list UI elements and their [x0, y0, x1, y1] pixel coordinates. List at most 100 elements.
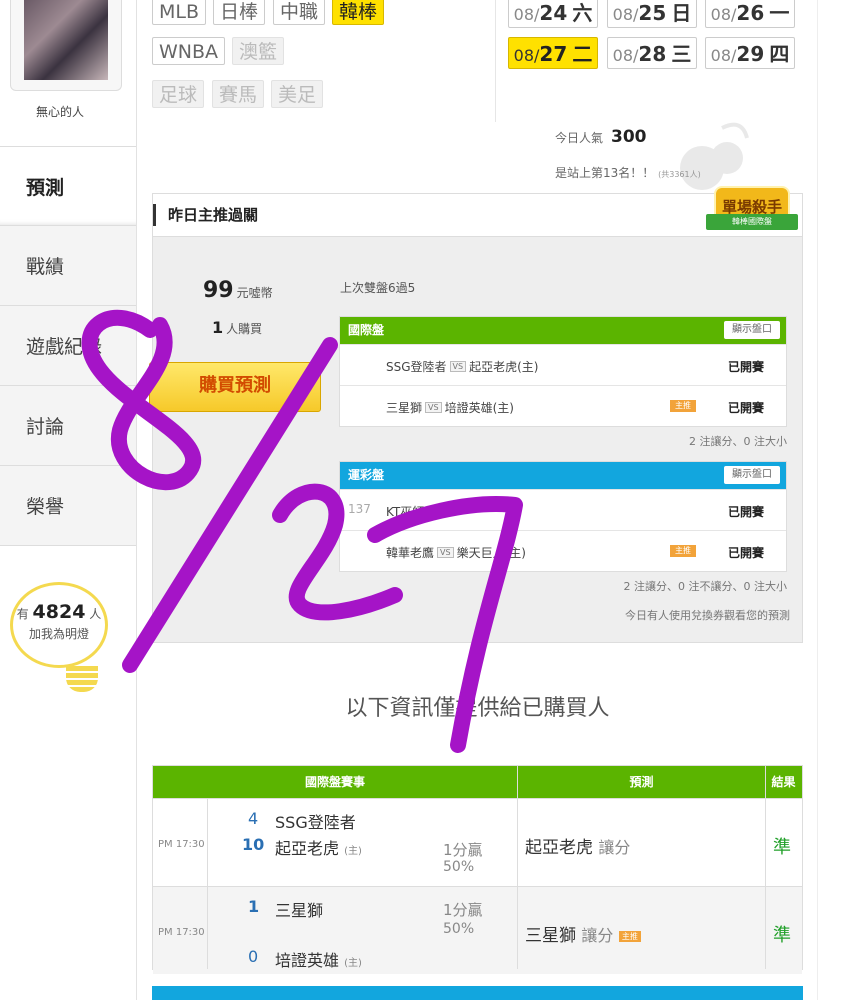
lottery-results-header [152, 986, 803, 1000]
league-tag-wnba[interactable]: WNBA [152, 37, 226, 65]
home-tag: (主) [344, 958, 362, 969]
handicap-percent: 50% [443, 921, 475, 937]
main-pick-badge: 主推 [670, 545, 696, 557]
game-status: 已開賽 [727, 401, 764, 415]
previous-result: 上次雙盤6過5 [340, 281, 416, 295]
league-tag-cpbl[interactable]: 中職 [273, 0, 326, 25]
date-day: 24 [539, 1, 568, 25]
home-team: 樂天巨人(主) [456, 546, 526, 560]
price: 99 元噓幣 [203, 278, 273, 303]
date-button-0829[interactable]: 08/29 四 [705, 37, 795, 69]
killer-badge: 單場殺手 韓棒國際盤 [706, 186, 798, 242]
handicap-line: 1分贏 [443, 841, 483, 859]
supporter-suffix: 人 [89, 607, 102, 621]
lottery-table-header: 運彩盤 顯示盤口 [340, 462, 786, 489]
lottery-odds-table: 運彩盤 顯示盤口 137 KT巫師 VS 已開賽 韓華老鷹 VS 樂天巨人(主) 主推… [339, 461, 787, 572]
sidebar-item-record[interactable]: 戰績 [0, 226, 136, 306]
league-tag-nfl[interactable]: 美足 [271, 80, 324, 108]
show-odds-button[interactable]: 顯示盤口 [724, 466, 780, 484]
date-day: 25 [638, 1, 667, 25]
avatar-image [24, 0, 108, 80]
matchup: 韓華老鷹 VS 樂天巨人(主) [386, 544, 526, 561]
sidebar-item-game-log[interactable]: 遊戲紀錄 [0, 306, 136, 386]
sidebar-item-honors[interactable]: 榮譽 [0, 466, 136, 546]
date-button-0825[interactable]: 08/25 日 [607, 0, 697, 28]
matchup: 三星獅 VS 培證英雄(主) [386, 399, 514, 416]
matchup: KT巫師 VS [386, 503, 447, 520]
matchup: SSG登陸者 VS 起亞老虎(主) [386, 358, 538, 375]
supporter-prefix: 有 [16, 607, 29, 621]
sidebar-item-discussion[interactable]: 討論 [0, 386, 136, 466]
pick-team: 三星獅 [525, 926, 576, 946]
away-team: 三星獅 [386, 401, 423, 415]
badge-subtitle: 韓棒國際盤 [706, 214, 798, 230]
home-team-cell: 起亞老虎 (主) [275, 835, 362, 859]
league-tag-soccer[interactable]: 足球 [152, 80, 205, 108]
date-button-0827[interactable]: 08/27 二 [508, 37, 598, 69]
date-day: 26 [736, 1, 765, 25]
popularity-value: 300 [611, 127, 647, 147]
left-sidebar: 無心的人 預測 戰績 遊戲紀錄 討論 榮譽 有 4824 人 加我為明燈 [0, 0, 137, 1000]
main-pick-badge: 主推 [670, 400, 696, 412]
pick-type: 讓分 [598, 838, 631, 857]
handicap-line: 1分贏 [443, 901, 483, 919]
game-status: 已開賽 [727, 546, 764, 560]
result-mark: 準 [773, 837, 791, 858]
lottery-summary: 2 注讓分、0 注不讓分、0 注大小 [623, 580, 788, 593]
right-border [817, 0, 818, 1000]
away-team: 三星獅 [275, 901, 324, 920]
table-row: 韓華老鷹 VS 樂天巨人(主) 主推 已開賽 [340, 530, 786, 571]
date-button-0824[interactable]: 08/24 六 [508, 0, 598, 28]
supporter-bulb[interactable]: 有 4824 人 加我為明燈 [10, 582, 108, 668]
home-team: 起亞老虎 [275, 839, 340, 858]
home-tag: (主) [344, 846, 362, 857]
purchasers-notice: 以下資訊僅提供給已購買人 [345, 696, 610, 721]
avatar[interactable] [10, 0, 122, 91]
sidebar-item-predictions[interactable]: 預測 [0, 146, 136, 226]
date-weekday: 三 [671, 42, 692, 66]
price-unit: 元噓幣 [236, 286, 273, 300]
away-team: SSG登陸者 [386, 360, 447, 374]
date-day: 27 [539, 42, 568, 66]
date-weekday: 六 [572, 1, 593, 25]
coupon-note: 今日有人使用兌換券觀看您的預測 [625, 609, 790, 622]
game-time: PM 17:30 [158, 927, 205, 938]
game-time: PM 17:30 [158, 839, 205, 850]
date-day: 29 [736, 42, 765, 66]
home-score: 0 [248, 947, 259, 966]
show-odds-button[interactable]: 顯示盤口 [724, 321, 780, 339]
league-tag-nbl[interactable]: 澳籃 [232, 37, 285, 65]
home-team: 起亞老虎(主) [469, 360, 539, 374]
intl-table-title: 國際盤 [348, 323, 385, 337]
date-button-0828[interactable]: 08/28 三 [607, 37, 697, 69]
league-tag-kbo[interactable]: 韓棒 [332, 0, 385, 25]
pick-team: 起亞老虎 [525, 838, 593, 858]
away-score: 4 [248, 809, 259, 828]
away-team: SSG登陸者 [275, 813, 356, 832]
panel-header: 昨日主推過關 [153, 194, 802, 237]
table-row: PM 17:30 1 三星獅 0 培證英雄 (主) 1分贏 50% 三星獅 讓分… [153, 886, 802, 974]
date-month: 08/ [612, 46, 639, 65]
bulb-icon [66, 666, 98, 692]
intl-odds-table: 國際盤 顯示盤口 SSG登陸者 VS 起亞老虎(主) 已開賽 三星獅 VS 培證英雄(主… [339, 316, 787, 427]
popularity-label: 今日人氣 [555, 131, 604, 145]
date-month: 08/ [513, 46, 540, 65]
league-tag-mlb[interactable]: MLB [152, 0, 207, 25]
home-team-cell: 培證英雄 (主) [275, 947, 362, 971]
buyer-unit: 人購買 [226, 322, 263, 336]
vs-icon: VS [427, 506, 444, 517]
price-value: 99 [203, 278, 234, 303]
buyer-value: 1 [212, 318, 224, 337]
date-weekday: 一 [769, 1, 790, 25]
date-weekday: 四 [769, 42, 790, 66]
date-month: 08/ [612, 5, 639, 24]
lottery-table-title: 運彩盤 [348, 468, 385, 482]
league-tag-horse-racing[interactable]: 賽馬 [212, 80, 265, 108]
column-divider [207, 798, 208, 969]
date-weekday: 二 [572, 42, 593, 66]
league-tag-npb[interactable]: 日棒 [213, 0, 266, 25]
buy-prediction-button[interactable]: 購買預測 [149, 362, 321, 412]
date-button-0826[interactable]: 08/26 一 [705, 0, 795, 28]
date-month: 08/ [710, 5, 737, 24]
away-team: KT巫師 [386, 505, 425, 519]
